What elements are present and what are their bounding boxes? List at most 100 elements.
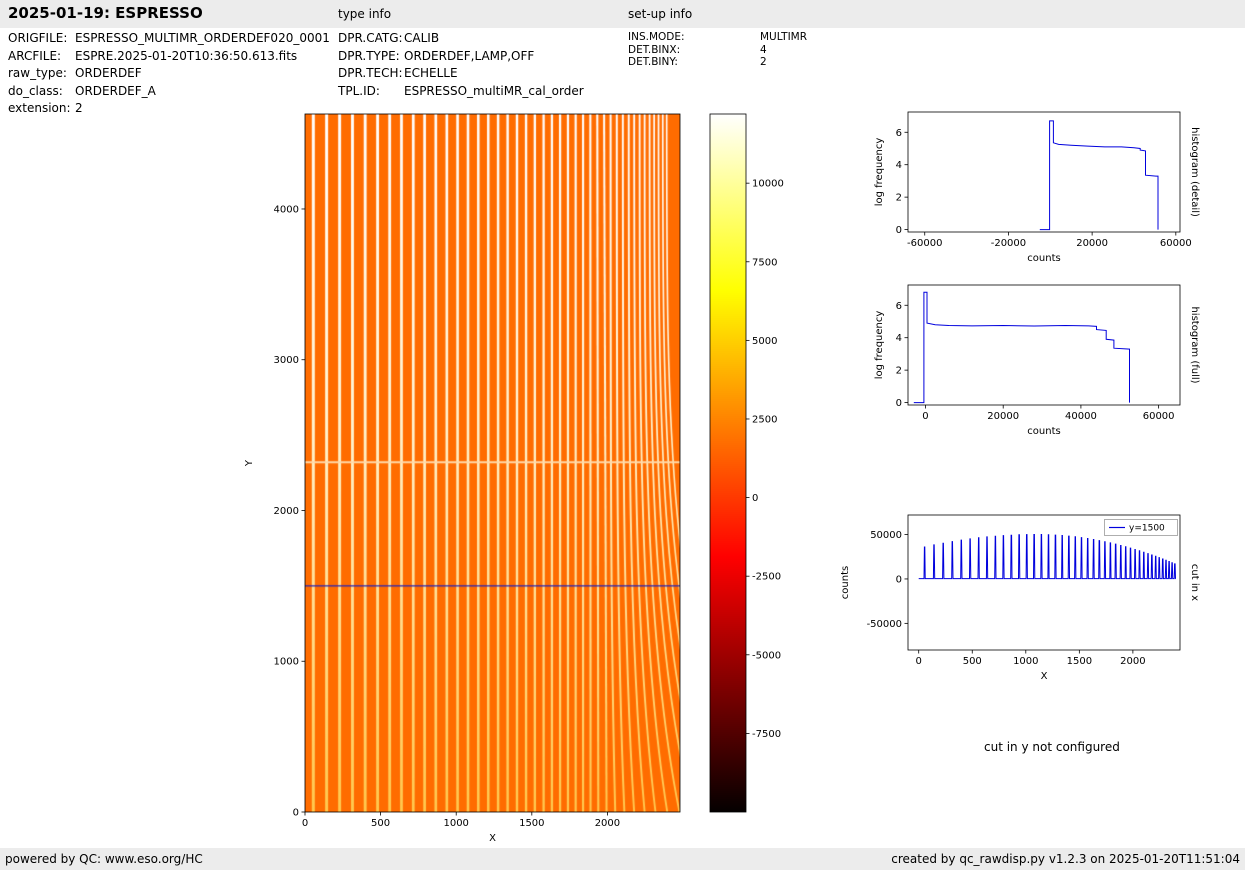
svg-text:4: 4 bbox=[896, 160, 902, 171]
svg-text:log frequency: log frequency bbox=[874, 311, 885, 380]
svg-text:2: 2 bbox=[896, 193, 902, 204]
metadata-value: 4 bbox=[760, 43, 767, 56]
metadata-row: ORIGFILE: ESPRESSO_MULTIMR_ORDERDEF020_00… bbox=[8, 30, 330, 48]
metadata-row: DET.BINY: 2 bbox=[628, 56, 807, 69]
svg-text:X: X bbox=[1041, 671, 1048, 682]
qc-report-page: 2025-01-19: ESPRESSO type info set-up in… bbox=[0, 0, 1245, 870]
svg-text:counts: counts bbox=[1027, 426, 1060, 437]
svg-text:2500: 2500 bbox=[752, 414, 777, 425]
svg-text:1000: 1000 bbox=[1013, 656, 1038, 667]
metadata-value: 2 bbox=[760, 56, 767, 68]
svg-text:50000: 50000 bbox=[870, 530, 902, 541]
svg-text:5000: 5000 bbox=[752, 336, 777, 347]
metadata-key: DET.BINY: bbox=[628, 56, 678, 68]
metadata-value: ORDERDEF bbox=[75, 66, 142, 80]
metadata-key: DPR.TECH: bbox=[338, 66, 403, 80]
svg-text:1500: 1500 bbox=[519, 818, 544, 829]
svg-text:0: 0 bbox=[916, 656, 922, 667]
svg-text:counts: counts bbox=[1027, 253, 1060, 264]
cut-y-note: cut in y not configured bbox=[984, 740, 1120, 754]
svg-text:0: 0 bbox=[896, 398, 902, 409]
metadata-row: raw_type: ORDERDEF bbox=[8, 65, 330, 83]
svg-text:7500: 7500 bbox=[752, 257, 777, 268]
svg-text:X: X bbox=[489, 833, 496, 844]
svg-text:4000: 4000 bbox=[274, 204, 299, 215]
footer-left-text: powered by QC: www.eso.org/HC bbox=[5, 852, 203, 866]
svg-text:-7500: -7500 bbox=[752, 729, 781, 740]
metadata-value: ECHELLE bbox=[404, 66, 458, 80]
svg-text:y=1500: y=1500 bbox=[1129, 524, 1165, 534]
svg-text:40000: 40000 bbox=[1065, 411, 1097, 422]
svg-text:histogram (full): histogram (full) bbox=[1189, 306, 1200, 383]
metadata-row: DPR.CATG: CALIB bbox=[338, 30, 584, 48]
metadata-row: do_class: ORDERDEF_A bbox=[8, 83, 330, 101]
svg-text:500: 500 bbox=[371, 818, 390, 829]
data-line bbox=[918, 534, 1176, 580]
metadata-row: INS.MODE: MULTIMR bbox=[628, 31, 807, 44]
metadata-key: DPR.TYPE: bbox=[338, 48, 400, 63]
svg-text:2: 2 bbox=[896, 366, 902, 377]
metadata-value: ORDERDEF_A bbox=[75, 83, 156, 98]
data-line bbox=[913, 291, 1130, 404]
metadata-value: ESPRESSO_MULTIMR_ORDERDEF020_0001 bbox=[75, 31, 330, 45]
metadata-value: CALIB bbox=[404, 31, 440, 45]
metadata-row: ARCFILE: ESPRE.2025-01-20T10:36:50.613.fi… bbox=[8, 48, 330, 66]
setup-info-block: INS.MODE: MULTIMR DET.BINX: 4 DET.BINY: 2 bbox=[628, 31, 807, 69]
metadata-key: DET.BINX: bbox=[628, 43, 681, 56]
metadata-key: ORIGFILE: bbox=[8, 31, 68, 45]
svg-text:3000: 3000 bbox=[274, 355, 299, 366]
svg-text:1000: 1000 bbox=[274, 657, 299, 668]
footer-right-text: created by qc_rawdisp.py v1.2.3 on 2025-… bbox=[891, 852, 1240, 866]
page-title: 2025-01-19: ESPRESSO bbox=[8, 4, 203, 22]
svg-text:2000: 2000 bbox=[595, 818, 620, 829]
file-metadata-block: ORIGFILE: ESPRESSO_MULTIMR_ORDERDEF020_00… bbox=[8, 30, 330, 118]
type-info-block: DPR.CATG: CALIB DPR.TYPE: ORDERDEF,LAMP,OFF… bbox=[338, 30, 584, 100]
svg-text:6: 6 bbox=[896, 301, 902, 312]
svg-text:cut in x: cut in x bbox=[1189, 564, 1200, 601]
svg-text:log frequency: log frequency bbox=[874, 138, 885, 207]
metadata-value: ESPRE.2025-01-20T10:36:50.613.fits bbox=[75, 48, 298, 63]
svg-text:-5000: -5000 bbox=[752, 650, 781, 661]
cut-in-x-legend: y=1500 bbox=[1104, 519, 1178, 536]
histogram-detail-plot: -60000 -20000 20000 60000 0 2 4 6 counts log freq… bbox=[874, 111, 1200, 264]
raw-frame-image bbox=[305, 114, 680, 812]
svg-text:20000: 20000 bbox=[987, 411, 1019, 422]
svg-text:60000: 60000 bbox=[1160, 238, 1192, 249]
svg-text:1500: 1500 bbox=[1067, 656, 1092, 667]
svg-text:counts: counts bbox=[840, 566, 851, 599]
svg-text:10000: 10000 bbox=[752, 179, 784, 190]
svg-text:0: 0 bbox=[896, 574, 902, 585]
type-info-label: type info bbox=[338, 7, 392, 21]
svg-text:0: 0 bbox=[302, 818, 308, 829]
svg-text:60000: 60000 bbox=[1143, 411, 1175, 422]
metadata-key: do_class: bbox=[8, 83, 63, 98]
metadata-value: MULTIMR bbox=[760, 31, 808, 43]
svg-text:2000: 2000 bbox=[274, 506, 299, 517]
cut-in-x-plot: 0 500 1000 1500 2000 -50000 0 50000 Xcounts cut i… bbox=[840, 514, 1200, 682]
svg-text:2000: 2000 bbox=[1120, 656, 1145, 667]
metadata-row: extension: 2 bbox=[8, 100, 330, 118]
svg-text:4: 4 bbox=[896, 333, 902, 344]
svg-text:-50000: -50000 bbox=[867, 619, 902, 630]
svg-text:-60000: -60000 bbox=[907, 238, 942, 249]
data-line bbox=[1039, 120, 1159, 231]
metadata-value: 2 bbox=[75, 101, 83, 115]
metadata-row: TPL.ID: ESPRESSO_multiMR_cal_order bbox=[338, 83, 584, 101]
footer-bar: powered by QC: www.eso.org/HC created by… bbox=[0, 848, 1245, 870]
metadata-key: TPL.ID: bbox=[338, 83, 380, 98]
metadata-row: DPR.TECH: ECHELLE bbox=[338, 65, 584, 83]
setup-info-label: set-up info bbox=[628, 7, 693, 21]
svg-text:histogram (detail): histogram (detail) bbox=[1189, 127, 1200, 217]
header-bar: 2025-01-19: ESPRESSO type info set-up in… bbox=[0, 0, 1245, 28]
svg-text:500: 500 bbox=[963, 656, 982, 667]
metadata-row: DET.BINX: 4 bbox=[628, 44, 807, 57]
svg-text:-20000: -20000 bbox=[991, 238, 1026, 249]
svg-text:0: 0 bbox=[922, 411, 928, 422]
svg-text:-2500: -2500 bbox=[752, 572, 781, 583]
metadata-key: extension: bbox=[8, 101, 71, 115]
svg-text:0: 0 bbox=[752, 493, 758, 504]
svg-text:20000: 20000 bbox=[1076, 238, 1108, 249]
histogram-full-plot: 0 20000 40000 60000 0 2 4 6 counts log frequency h… bbox=[874, 284, 1200, 437]
metadata-value: ESPRESSO_multiMR_cal_order bbox=[404, 83, 584, 98]
svg-text:Y: Y bbox=[244, 459, 255, 467]
